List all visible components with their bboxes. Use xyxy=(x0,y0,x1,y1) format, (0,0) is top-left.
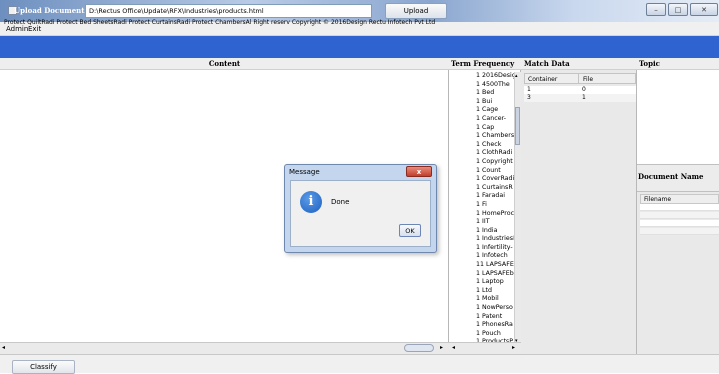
list-item[interactable] xyxy=(640,212,719,219)
list-item[interactable]: 1 Copyright xyxy=(449,158,515,167)
list-item[interactable]: 1 Cap xyxy=(449,124,515,133)
list-item[interactable]: 1 Faradai xyxy=(449,192,515,201)
scroll-right-arrow-icon[interactable]: ▸ xyxy=(512,344,515,351)
list-item[interactable]: 1 Bui xyxy=(449,98,515,107)
upload-document-label: Upload Document : xyxy=(14,6,90,15)
term-frequency-scroll-thumb[interactable] xyxy=(515,107,520,145)
dialog-title: Message xyxy=(289,168,320,176)
term-frequency-header: Term Frequency xyxy=(449,58,521,70)
match-data-panel xyxy=(521,58,637,354)
filename-column-header[interactable]: Filename xyxy=(640,194,719,204)
content-textarea[interactable]: Protect QuiltRadi Protect Bed SheetsRadi… xyxy=(4,19,449,26)
list-item[interactable]: 1 Fi xyxy=(449,201,515,210)
scroll-left-arrow-icon[interactable]: ◂ xyxy=(452,344,455,351)
column-divider xyxy=(578,74,579,84)
info-icon: i xyxy=(300,191,322,213)
minimize-button[interactable]: – xyxy=(646,3,666,16)
list-item[interactable]: 1 Patent xyxy=(449,313,515,322)
list-item[interactable]: 1 Cancer- xyxy=(449,115,515,124)
table-row[interactable]: 3 1 xyxy=(524,94,636,102)
maximize-button[interactable]: □ xyxy=(668,3,688,16)
list-item[interactable]: 1 Chambers xyxy=(449,132,515,141)
list-item[interactable]: 11 LAPSAFE xyxy=(449,261,515,270)
list-item[interactable]: 1 Count xyxy=(449,167,515,176)
content-horizontal-scrollbar[interactable] xyxy=(0,342,449,354)
list-item[interactable]: 1 Check xyxy=(449,141,515,150)
list-item[interactable]: 1 Pouch xyxy=(449,330,515,339)
list-item[interactable]: 1 Infotech xyxy=(449,252,515,261)
list-item[interactable]: 1 Ltd xyxy=(449,287,515,296)
list-item[interactable]: 1 Bed xyxy=(449,89,515,98)
scroll-left-arrow-icon[interactable]: ◂ xyxy=(2,344,5,351)
upload-bar xyxy=(0,36,719,58)
ok-button[interactable]: OK xyxy=(399,224,421,237)
container-cell: 1 xyxy=(527,86,531,93)
close-window-button[interactable]: ✕ xyxy=(690,3,718,16)
list-item[interactable]: 1 LAPSAFEb xyxy=(449,270,515,279)
list-item[interactable]: 1 PhonesRa xyxy=(449,321,515,330)
list-item[interactable]: 1 Laptop xyxy=(449,278,515,287)
term-frequency-list[interactable]: 1 2016Desiç 1 4500The 1 Bed 1 Bui 1 Cage 1 Ca… xyxy=(449,72,515,346)
dialog-close-button[interactable]: x xyxy=(406,166,432,177)
match-data-column-headers: Container File xyxy=(524,73,636,84)
list-item[interactable]: 1 Mobil xyxy=(449,295,515,304)
bottom-bar xyxy=(0,354,719,373)
document-path-input[interactable]: D:\Rectus Office\Update\RFX\Industries\p… xyxy=(85,4,372,18)
list-item[interactable]: 1 India xyxy=(449,227,515,236)
classify-button[interactable]: Classify xyxy=(12,360,75,374)
document-name-header: Document Name xyxy=(638,172,704,181)
container-column-header[interactable]: Container xyxy=(528,76,557,83)
list-item[interactable]: 1 NowPerso xyxy=(449,304,515,313)
container-cell: 3 xyxy=(527,94,531,101)
list-item[interactable]: 1 Infertility- xyxy=(449,244,515,253)
match-data-header: Match Data xyxy=(521,58,637,70)
scroll-right-arrow-icon[interactable]: ▸ xyxy=(440,344,443,351)
list-item[interactable]: 1 CurtainsR xyxy=(449,184,515,193)
list-item[interactable]: 1 IndustriesI xyxy=(449,235,515,244)
dialog-message: Done xyxy=(331,198,350,206)
content-header: Content xyxy=(0,58,449,70)
list-item[interactable] xyxy=(640,228,719,235)
scroll-up-arrow-icon[interactable]: ▴ xyxy=(515,73,518,79)
upload-button[interactable]: Upload xyxy=(385,3,447,19)
list-item[interactable]: 1 CoverRadi xyxy=(449,175,515,184)
list-item[interactable]: 1 IIT xyxy=(449,218,515,227)
list-item[interactable] xyxy=(640,204,719,211)
table-row[interactable]: 1 0 xyxy=(524,86,636,94)
list-item[interactable]: 1 HomeProc xyxy=(449,210,515,219)
term-frequency-horizontal-scrollbar[interactable] xyxy=(449,342,521,354)
list-item[interactable]: 1 2016Desiç xyxy=(449,72,515,81)
file-cell: 0 xyxy=(582,86,586,93)
list-item[interactable]: 1 ClothRadi xyxy=(449,149,515,158)
file-cell: 1 xyxy=(582,94,586,101)
list-item[interactable]: 1 4500The xyxy=(449,81,515,90)
list-item[interactable]: 1 Cage xyxy=(449,106,515,115)
list-item[interactable] xyxy=(640,220,719,227)
topic-header: Topic xyxy=(637,58,719,70)
content-scroll-thumb[interactable] xyxy=(404,344,434,352)
file-column-header[interactable]: File xyxy=(583,76,593,83)
